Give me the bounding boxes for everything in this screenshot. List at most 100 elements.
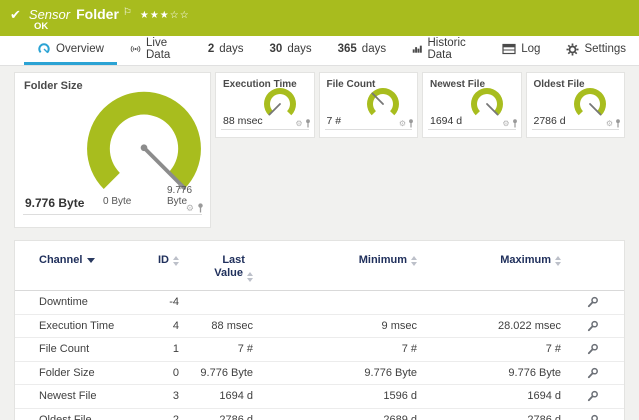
table-row: Folder Size 0 9.776 Byte 9.776 Byte 9.77…	[15, 362, 624, 385]
table-row: File Count 1 7 # 7 # 7 #	[15, 338, 624, 362]
tab-2-days[interactable]: 2 days	[195, 36, 257, 65]
mini-gauge	[470, 87, 503, 116]
gauge-settings-icon[interactable]: ⚙	[295, 119, 302, 128]
maximum-cell: 1694 d	[527, 390, 561, 403]
panel-divider	[221, 129, 309, 130]
channel-id-cell: -4	[169, 296, 179, 309]
mini-gauge-panel: File Count 7 # ⚙	[318, 72, 418, 138]
mini-gauge-value: 88 msec	[223, 115, 263, 127]
channel-settings-wrench-icon[interactable]	[587, 296, 599, 308]
log-icon	[502, 43, 516, 55]
channel-name-cell: Execution Time	[39, 319, 115, 332]
sensor-type-label: Sensor	[28, 7, 71, 22]
channel-settings-wrench-icon[interactable]	[587, 320, 599, 332]
tab-30-days[interactable]: 30 days	[257, 36, 325, 65]
column-header-channel[interactable]: Channel	[15, 254, 155, 267]
mini-gauge-value: 7 #	[326, 115, 342, 127]
pin-icon[interactable]	[512, 119, 518, 128]
folder-size-gauge-panel: Folder Size $ 0 Byte 9.776 Byte 9.776 By…	[14, 72, 211, 228]
sort-caret-icon	[87, 258, 96, 263]
table-row: Execution Time 4 88 msec 9 msec 28.022 m…	[15, 315, 624, 338]
mini-gauge	[367, 87, 399, 116]
priority-flag-icon[interactable]: ⚐	[123, 7, 132, 18]
column-header-last-value[interactable]: Last Value	[179, 254, 253, 282]
table-row: Oldest File 2 2786 d 2689 d 2786 d	[15, 409, 624, 420]
broadcast-icon	[130, 45, 141, 53]
prtg-sensor-page: ✔ Sensor Folder ⚐ ★★★☆☆ OK Overview Live…	[0, 0, 639, 420]
column-header-id[interactable]: ID	[155, 254, 179, 267]
last-value-cell: 1694 d	[219, 390, 253, 403]
channel-settings-wrench-icon[interactable]	[587, 343, 599, 355]
sort-icon	[555, 254, 561, 266]
mini-gauge	[574, 87, 606, 116]
pin-icon[interactable]	[305, 119, 311, 128]
overview-content: Folder Size $ 0 Byte 9.776 Byte 9.776 By…	[0, 66, 639, 420]
gauge-settings-icon[interactable]: ⚙	[186, 203, 194, 213]
maximum-cell: 28.022 msec	[498, 319, 561, 332]
sensor-title: Folder	[76, 6, 119, 22]
bar-chart-icon	[412, 45, 422, 53]
channel-name-cell: Downtime	[39, 296, 88, 309]
column-header-maximum[interactable]: Maximum	[417, 254, 561, 267]
channel-id-cell: 3	[172, 390, 179, 403]
channel-table: Channel ID Last Value Minimum Maximum Do…	[14, 240, 625, 420]
channel-name-cell: Newest File	[39, 390, 97, 403]
panel-divider	[531, 129, 619, 130]
last-value-cell: 9.776 Byte	[200, 366, 253, 379]
column-header-minimum[interactable]: Minimum	[253, 254, 417, 267]
channel-name-cell: Oldest File	[39, 413, 92, 420]
minimum-cell: 9.776 Byte	[364, 366, 417, 379]
gauge-panel-title: Folder Size	[24, 80, 83, 92]
channel-settings-wrench-icon[interactable]	[587, 367, 599, 379]
pin-icon[interactable]	[197, 203, 204, 213]
minimum-cell: 2689 d	[383, 413, 417, 420]
panel-divider	[324, 129, 412, 130]
mini-gauges-row: Execution Time 88 msec ⚙ File Count 7 # …	[215, 72, 625, 138]
channel-id-cell: 4	[172, 319, 179, 332]
pin-icon[interactable]	[615, 119, 621, 128]
folder-size-gauge	[87, 91, 201, 190]
channel-id-cell: 0	[172, 366, 179, 379]
minimum-cell: 1596 d	[383, 390, 417, 403]
tab-settings[interactable]: Settings	[553, 36, 639, 65]
gauge-scale-min: 0 Byte	[103, 196, 132, 207]
maximum-cell: 2786 d	[527, 413, 561, 420]
last-value-cell: 2786 d	[219, 413, 253, 420]
channel-name-cell: File Count	[39, 343, 90, 356]
channel-table-header: Channel ID Last Value Minimum Maximum	[15, 241, 624, 291]
tab-365-days[interactable]: 365 days	[325, 36, 399, 65]
channel-settings-wrench-icon[interactable]	[587, 390, 599, 402]
sensor-header: ✔ Sensor Folder ⚐ ★★★☆☆ OK	[0, 0, 639, 36]
channel-name-cell: Folder Size	[39, 366, 95, 379]
mini-gauge-panel: Oldest File 2786 d ⚙	[525, 72, 625, 138]
last-value-cell: 88 msec	[211, 319, 253, 332]
tab-live-data[interactable]: Live Data	[117, 36, 195, 65]
sensor-ok-check-icon: ✔	[10, 7, 21, 22]
sort-icon	[247, 270, 253, 282]
channel-id-cell: 1	[172, 343, 179, 356]
last-value-cell: 7 #	[237, 343, 253, 356]
channel-settings-wrench-icon[interactable]	[587, 414, 599, 420]
panel-divider	[428, 129, 516, 130]
rating-stars[interactable]: ★★★☆☆	[140, 10, 190, 21]
minimum-cell: 9 msec	[381, 319, 417, 332]
mini-gauge-panel: Execution Time 88 msec ⚙	[215, 72, 315, 138]
maximum-cell: 9.776 Byte	[508, 366, 561, 379]
gauge-settings-icon[interactable]: ⚙	[606, 119, 613, 128]
tab-overview[interactable]: Overview	[24, 36, 117, 65]
mini-gauge-value: 2786 d	[533, 115, 566, 127]
gauge-icon	[38, 43, 50, 54]
tab-historic-data[interactable]: Historic Data	[399, 36, 489, 65]
sensor-status-text: OK	[34, 21, 49, 32]
table-row: Downtime -4	[15, 291, 624, 315]
channel-table-body: Downtime -4 Execution Time 4 88 msec 9 m…	[15, 291, 624, 420]
gauge-settings-icon[interactable]: ⚙	[399, 119, 406, 128]
minimum-cell: 7 #	[401, 343, 417, 356]
gauge-current-value: 9.776 Byte	[25, 196, 85, 210]
mini-gauge-panel: Newest File 1694 d ⚙	[422, 72, 522, 138]
gear-icon	[566, 43, 579, 55]
gauge-settings-icon[interactable]: ⚙	[502, 119, 509, 128]
pin-icon[interactable]	[408, 119, 414, 128]
tab-log[interactable]: Log	[489, 36, 553, 65]
tab-bar: Overview Live Data 2 days 30 days 365 days	[0, 36, 639, 66]
